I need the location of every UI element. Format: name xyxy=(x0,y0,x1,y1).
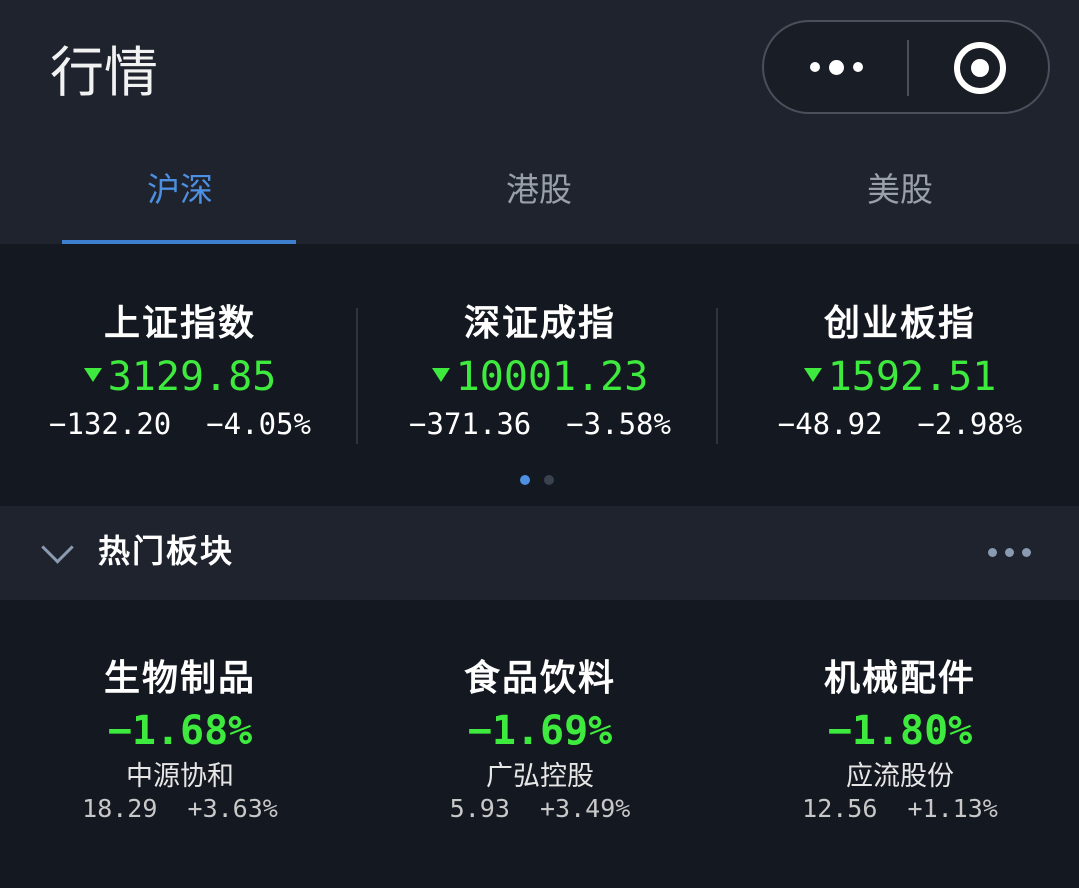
target-close-icon[interactable] xyxy=(954,42,1006,94)
index-change: −48.92 −2.98% xyxy=(730,404,1070,444)
index-name: 深证成指 xyxy=(463,303,616,344)
index-change-value: −48.92 xyxy=(777,407,883,441)
tab-hushen[interactable]: 沪深 xyxy=(60,160,300,220)
leading-stock-quote: 5.93 +3.49% xyxy=(370,794,710,824)
sector-name: 生物制品 xyxy=(103,658,256,699)
index-price: 10001.23 xyxy=(370,350,710,404)
tab-meigu[interactable]: 美股 xyxy=(780,160,1020,220)
divider xyxy=(356,308,358,444)
leading-stock-name: 中源协和 xyxy=(126,761,234,792)
triangle-down-icon xyxy=(83,368,102,382)
index-price-value: 10001.23 xyxy=(455,354,649,400)
header: 行情 沪深 港股 美股 xyxy=(0,0,1079,244)
triangle-down-icon xyxy=(431,368,450,382)
index-change: −371.36 −3.58% xyxy=(370,404,710,444)
more-dots-icon[interactable] xyxy=(988,548,1031,557)
carousel-pager xyxy=(520,475,554,485)
sector-change: −1.68% xyxy=(107,708,253,754)
divider xyxy=(716,308,718,444)
index-card-shenzhen[interactable]: 深证成指 10001.23 −371.36 −3.58% xyxy=(370,300,710,444)
index-name: 创业板指 xyxy=(823,303,976,344)
triangle-down-icon xyxy=(803,368,822,382)
leading-stock-price: 12.56 xyxy=(802,794,878,823)
index-change-percent: −2.98% xyxy=(917,407,1023,441)
index-change-percent: −4.05% xyxy=(206,407,311,441)
capsule-divider xyxy=(907,40,909,96)
index-price: 1592.51 xyxy=(730,350,1070,404)
section-title: 热门板块 xyxy=(98,532,235,570)
index-price-value: 1592.51 xyxy=(827,354,997,400)
index-card-chinext[interactable]: 创业板指 1592.51 −48.92 −2.98% xyxy=(730,300,1070,444)
tab-ganggu[interactable]: 港股 xyxy=(419,160,659,220)
sector-change: −1.80% xyxy=(827,708,973,754)
more-dots-icon[interactable] xyxy=(792,34,880,100)
pager-dot xyxy=(544,475,554,485)
index-card-shanghai[interactable]: 上证指数 3129.85 −132.20 −4.05% xyxy=(10,300,350,444)
hot-sectors-header[interactable]: 热门板块 xyxy=(0,506,1079,600)
sector-name: 食品饮料 xyxy=(463,658,616,699)
sector-card[interactable]: 生物制品 −1.68% 中源协和 18.29 +3.63% xyxy=(10,656,350,824)
hot-sectors-list: 生物制品 −1.68% 中源协和 18.29 +3.63% 食品饮料 −1.69… xyxy=(0,600,1079,888)
leading-stock-change: +3.63% xyxy=(187,794,278,823)
sector-change: −1.69% xyxy=(467,708,613,754)
leading-stock-name: 广弘控股 xyxy=(486,761,594,792)
leading-stock-change: +1.13% xyxy=(907,794,998,823)
mini-program-capsule xyxy=(762,20,1050,114)
index-change-percent: −3.58% xyxy=(566,407,671,441)
leading-stock-change: +3.49% xyxy=(540,794,631,823)
leading-stock-price: 18.29 xyxy=(82,794,158,823)
index-price-value: 3129.85 xyxy=(107,354,277,400)
sector-name: 机械配件 xyxy=(823,658,976,699)
sector-card[interactable]: 食品饮料 −1.69% 广弘控股 5.93 +3.49% xyxy=(370,656,710,824)
leading-stock-name: 应流股份 xyxy=(846,761,954,792)
index-name: 上证指数 xyxy=(103,303,256,344)
index-price: 3129.85 xyxy=(10,350,350,404)
index-change: −132.20 −4.05% xyxy=(10,404,350,444)
leading-stock-quote: 18.29 +3.63% xyxy=(10,794,350,824)
chevron-down-icon[interactable] xyxy=(41,531,74,564)
sector-card[interactable]: 机械配件 −1.80% 应流股份 12.56 +1.13% xyxy=(730,656,1070,824)
index-change-value: −371.36 xyxy=(409,407,532,441)
index-carousel[interactable]: 上证指数 3129.85 −132.20 −4.05% 深证成指 10001.2… xyxy=(0,244,1079,506)
index-change-value: −132.20 xyxy=(49,407,172,441)
page-title: 行情 xyxy=(50,41,158,104)
pager-dot-active xyxy=(520,475,530,485)
leading-stock-price: 5.93 xyxy=(449,794,510,823)
leading-stock-quote: 12.56 +1.13% xyxy=(730,794,1070,824)
